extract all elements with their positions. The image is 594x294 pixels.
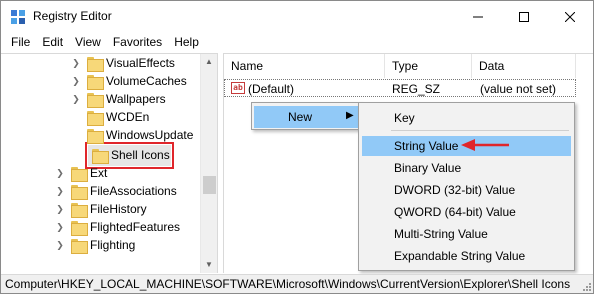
folder-icon [71, 166, 88, 182]
submenu-key[interactable]: Key [362, 108, 571, 128]
string-value-icon: ab [231, 82, 245, 94]
submenu-separator [391, 130, 569, 131]
column-header-data[interactable]: Data [472, 54, 576, 78]
tree-item-label: FileAssociations [90, 184, 177, 198]
expand-chevron-icon[interactable]: ❯ [55, 200, 65, 218]
folder-icon [71, 220, 88, 236]
tree-item-label: WCDEn [106, 110, 150, 124]
tree-item-visualeffects[interactable]: ❯ VisualEffects [71, 54, 175, 72]
new-submenu: Key String Value Binary Value DWORD (32-… [358, 102, 575, 271]
tree-item-label: VolumeCaches [106, 74, 187, 88]
registry-editor-icon [11, 10, 25, 24]
tree-item-wallpapers[interactable]: ❯ Wallpapers [71, 90, 166, 108]
folder-icon [71, 202, 88, 218]
status-bar: Computer\HKEY_LOCAL_MACHINE\SOFTWARE\Mic… [1, 274, 593, 293]
submenu-binary-value[interactable]: Binary Value [362, 158, 571, 178]
resize-grip-icon[interactable] [581, 281, 591, 291]
context-menu-new[interactable]: New ▶ [254, 106, 358, 128]
value-data: (value not set) [480, 82, 557, 96]
submenu-dword-value[interactable]: DWORD (32-bit) Value [362, 180, 571, 200]
expand-chevron-icon[interactable]: ❯ [55, 236, 65, 254]
maximize-button[interactable] [501, 1, 547, 32]
tree-item-flighting[interactable]: ❯ Flighting [55, 236, 135, 254]
expand-chevron-icon[interactable]: ❯ [71, 72, 81, 90]
tree-item-shell-icons[interactable]: Shell Icons [92, 146, 170, 164]
tree-item-label: FileHistory [90, 202, 147, 216]
close-button[interactable] [547, 1, 593, 32]
menu-help[interactable]: Help [168, 32, 205, 52]
folder-icon [87, 110, 104, 126]
tree-item-volumecaches[interactable]: ❯ VolumeCaches [71, 72, 187, 90]
menu-bar: File Edit View Favorites Help [1, 32, 593, 52]
folder-icon [87, 74, 104, 90]
menu-edit[interactable]: Edit [36, 32, 69, 52]
registry-path: Computer\HKEY_LOCAL_MACHINE\SOFTWARE\Mic… [5, 277, 571, 291]
value-name: (Default) [248, 82, 295, 96]
maximize-icon [519, 11, 529, 22]
expand-chevron-icon[interactable]: ❯ [71, 90, 81, 108]
expand-chevron-icon[interactable]: ❯ [55, 182, 65, 200]
menu-view[interactable]: View [69, 32, 107, 52]
submenu-multi-string-value[interactable]: Multi-String Value [362, 224, 571, 244]
scroll-up-icon[interactable]: ▲ [205, 57, 213, 66]
tree-item-ext[interactable]: ❯ Ext [55, 164, 107, 182]
tree-item-label: Flighting [90, 238, 136, 252]
folder-icon [71, 184, 88, 200]
tree-item-label: FlightedFeatures [90, 220, 181, 234]
tree-item-label: Wallpapers [106, 92, 166, 106]
submenu-expandable-string-value[interactable]: Expandable String Value [362, 246, 571, 266]
value-type: REG_SZ [392, 82, 441, 96]
folder-icon [92, 148, 109, 164]
tree-item-fileassociations[interactable]: ❯ FileAssociations [55, 182, 177, 200]
column-header-type[interactable]: Type [385, 54, 472, 78]
scroll-down-icon[interactable]: ▼ [205, 260, 213, 269]
minimize-icon [473, 16, 483, 17]
tree-item-label: Ext [90, 166, 108, 180]
tree-scrollbar[interactable]: ▲ ▼ [200, 54, 217, 273]
new-label: New [288, 110, 313, 124]
tree-item-label: WindowsUpdate [106, 128, 194, 142]
minimize-button[interactable] [455, 1, 501, 32]
menu-file[interactable]: File [5, 32, 36, 52]
registry-tree[interactable]: ❯ VisualEffects ❯ VolumeCaches ❯ Wallpap… [1, 53, 218, 273]
menu-favorites[interactable]: Favorites [107, 32, 168, 52]
folder-icon [87, 92, 104, 108]
folder-icon [71, 238, 88, 254]
scrollbar-thumb[interactable] [203, 176, 216, 194]
expand-chevron-icon[interactable]: ❯ [55, 218, 65, 236]
annotation-arrow-icon [461, 139, 509, 151]
folder-icon [87, 128, 104, 144]
column-header-name[interactable]: Name [224, 54, 385, 78]
folder-icon [87, 56, 104, 72]
context-menu: New ▶ [251, 102, 361, 130]
title-bar: Registry Editor [1, 1, 593, 32]
submenu-arrow-icon: ▶ [346, 110, 354, 121]
expand-chevron-icon[interactable]: ❯ [71, 54, 81, 72]
tree-item-flightedfeatures[interactable]: ❯ FlightedFeatures [55, 218, 180, 236]
submenu-qword-value[interactable]: QWORD (64-bit) Value [362, 202, 571, 222]
close-icon [565, 11, 575, 22]
tree-item-label: Shell Icons [111, 148, 170, 162]
tree-item-label: VisualEffects [106, 56, 175, 70]
expand-chevron-icon[interactable]: ❯ [55, 164, 65, 182]
tree-item-windowsupdate[interactable]: WindowsUpdate [87, 126, 193, 144]
value-row-default[interactable]: ab (Default) REG_SZ (value not set) [224, 79, 576, 97]
registry-editor-window: Registry Editor File Edit View Favorites… [0, 0, 594, 294]
tree-item-filehistory[interactable]: ❯ FileHistory [55, 200, 147, 218]
window-title: Registry Editor [33, 9, 112, 23]
tree-item-wcden[interactable]: WCDEn [87, 108, 149, 126]
